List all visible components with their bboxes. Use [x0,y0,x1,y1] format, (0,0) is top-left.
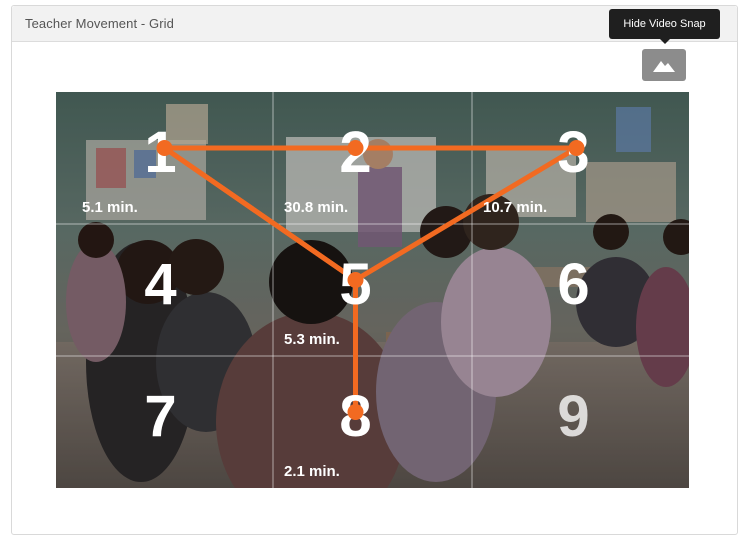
mountain-image-icon [653,61,675,72]
classroom-grid: 15.1 min.230.8 min.310.7 min.455.3 min.6… [56,92,689,488]
path-point-2 [347,140,364,156]
hide-video-snap-tooltip: Hide Video Snap [609,9,720,44]
tooltip-text: Hide Video Snap [623,18,706,30]
grid-overlay: 15.1 min.230.8 min.310.7 min.455.3 min.6… [56,92,689,488]
tooltip-arrow [659,39,670,44]
grid-cell-time-3: 10.7 min. [483,199,547,216]
grid-cell-number-6: 6 [557,252,589,317]
grid-cell-number-9: 9 [557,384,589,449]
path-point-5 [347,272,364,288]
grid-cell-time-5: 5.3 min. [284,331,340,348]
path-point-8 [347,404,364,420]
grid-cell-number-7: 7 [144,384,176,449]
path-point-1 [156,140,173,156]
path-point-3 [568,140,585,156]
grid-cell-number-4: 4 [144,252,176,317]
grid-cell-time-2: 30.8 min. [284,199,348,216]
grid-cell-time-8: 2.1 min. [284,463,340,480]
grid-cell-time-1: 5.1 min. [82,199,138,216]
panel-title: Teacher Movement - Grid [25,16,174,31]
toggle-video-snap-button[interactable] [642,49,686,81]
cell-labels: 15.1 min.230.8 min.310.7 min.455.3 min.6… [82,120,590,480]
